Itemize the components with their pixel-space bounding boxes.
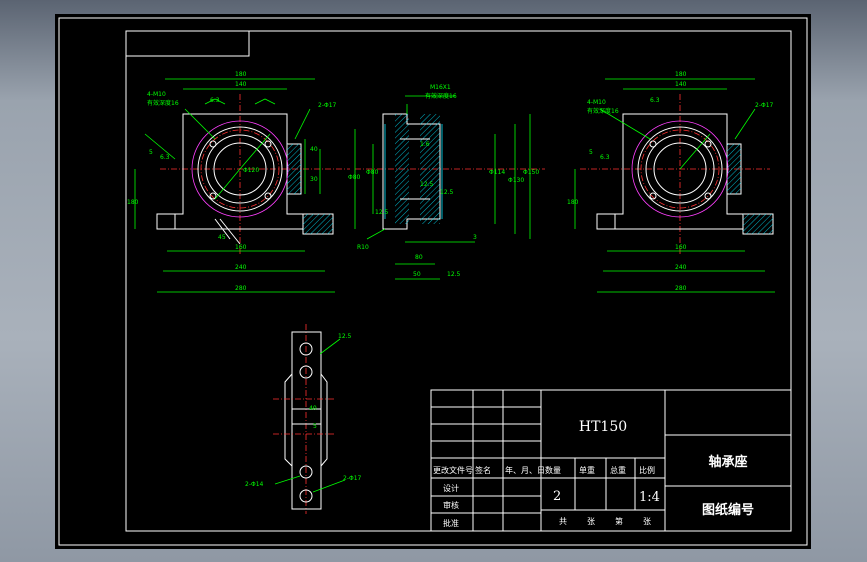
hdr-revision-file-no: 更改文件号: [433, 465, 473, 475]
sheet-page: 张: [643, 517, 651, 526]
dim-front-top-inner: 140: [235, 81, 247, 88]
dim-iso-right-holes: 2-Φ17: [755, 102, 774, 109]
dim-iso-top-ra: 6.3: [650, 97, 660, 104]
dim-front-base-middle: 240: [235, 264, 247, 271]
corner-label-box: [125, 30, 250, 57]
dim-front-right-a: 40: [310, 146, 318, 153]
dim-section-ra-d: 12.5: [375, 209, 389, 216]
dim-section-bottom-a: 80: [415, 254, 423, 261]
dim-section-right-dia2: Φ150: [523, 169, 539, 176]
dim-section-right-dia: Φ130: [508, 177, 524, 184]
hdr-unit-weight: 单重: [579, 465, 595, 475]
sheet-total: 共: [559, 517, 567, 526]
dim-iso-base-inner: 160: [675, 244, 687, 251]
dim-section-ra-a: 1.6: [420, 141, 430, 148]
dim-iso-holes-note: 有效深度16: [587, 107, 619, 115]
drawing-sheet: 180 140 4-M10 有效深度16 6.3 2-Φ17 5 6.3 180…: [55, 14, 811, 549]
dim-section-bottom-c: 3: [473, 234, 477, 241]
dim-section-chamfer: R10: [357, 244, 369, 251]
dim-section-left-inner: Φ80: [366, 169, 379, 176]
dim-front-top-outer: 180: [235, 71, 247, 78]
dim-section-bottom-b: 50: [413, 271, 421, 278]
dim-section-thread-note: 有效深度16: [425, 92, 457, 100]
dim-front-center-dia: Φ120: [243, 167, 259, 174]
inner-border: [125, 30, 792, 532]
dim-section-ra-b: 12.5: [420, 181, 434, 188]
scale-value: 1:4: [639, 490, 660, 505]
quantity-value: 2: [553, 489, 561, 504]
dim-front-holes-note: 有效深度16: [147, 99, 179, 107]
dim-front-base-outer: 280: [235, 285, 247, 292]
dim-iso-base-outer: 280: [675, 285, 687, 292]
dim-side-top-ra: 12.5: [338, 333, 352, 340]
hdr-total-weight: 总重: [610, 465, 626, 475]
drawing-number-label: 图纸编号: [702, 502, 754, 518]
dim-iso-holes: 4-M10: [587, 99, 606, 106]
side-view: [273, 324, 346, 514]
dim-side-mid-a: 40: [309, 405, 317, 412]
sheet-no: 第: [615, 516, 623, 526]
dim-front-right-b: 30: [310, 176, 318, 183]
dim-front-top-ra: 6.3: [210, 97, 220, 104]
dim-front-left-ra: 6.3: [160, 154, 170, 161]
dim-iso-base-middle: 240: [675, 264, 687, 271]
row-review: 审核: [443, 500, 459, 510]
row-approve: 批准: [443, 518, 459, 528]
dim-side-hole-left: 2-Φ14: [245, 481, 264, 488]
sheet-word: 张: [587, 517, 595, 526]
hdr-date: 年、月、日: [505, 465, 545, 475]
cad-drawing: 180 140 4-M10 有效深度16 6.3 2-Φ17 5 6.3 180…: [58, 17, 808, 546]
hdr-scale: 比例: [639, 465, 655, 475]
section-view: [354, 95, 545, 280]
dim-section-left-dia: Φ80: [348, 174, 361, 181]
dim-section-ra-c: 12.5: [440, 189, 454, 196]
dim-front-left-small: 5: [149, 149, 153, 156]
dim-section-thread: M16X1: [430, 84, 451, 91]
dim-section-mid-dia: Φ114: [489, 169, 505, 176]
row-design: 设计: [443, 483, 459, 493]
dim-front-height: 180: [127, 199, 139, 206]
dim-iso-top-outer: 180: [675, 71, 687, 78]
dim-section-bottom-d: 12.5: [447, 271, 461, 278]
dim-iso-height: 180: [567, 199, 579, 206]
dim-front-base-inner: 160: [235, 244, 247, 251]
dim-side-mid-b: 5: [313, 423, 317, 430]
dim-front-angle: 45: [218, 234, 226, 241]
material-label: HT150: [579, 419, 627, 435]
dim-side-hole-right: 2-Φ17: [343, 475, 362, 482]
side-view-labels: 12.5 40 5 2-Φ14 2-Φ17: [245, 333, 362, 488]
dim-front-holes: 4-M10: [147, 91, 166, 98]
dim-iso-top-inner: 140: [675, 81, 687, 88]
right-view-labels: 180 140 4-M10 有效深度16 6.3 2-Φ17 5 6.3 180…: [567, 71, 774, 292]
hdr-signature: 签名: [475, 465, 491, 475]
hdr-quantity: 数量: [545, 465, 561, 475]
front-view: [134, 78, 350, 293]
dim-iso-left-ra: 6.3: [600, 154, 610, 161]
dim-front-right-holes: 2-Φ17: [318, 102, 337, 109]
section-view-labels: M16X1 有效深度16 Φ80 Φ80 Φ114 Φ130 Φ150 1.6 …: [348, 84, 539, 278]
dim-iso-left-small: 5: [589, 149, 593, 156]
part-name: 轴承座: [708, 454, 747, 470]
